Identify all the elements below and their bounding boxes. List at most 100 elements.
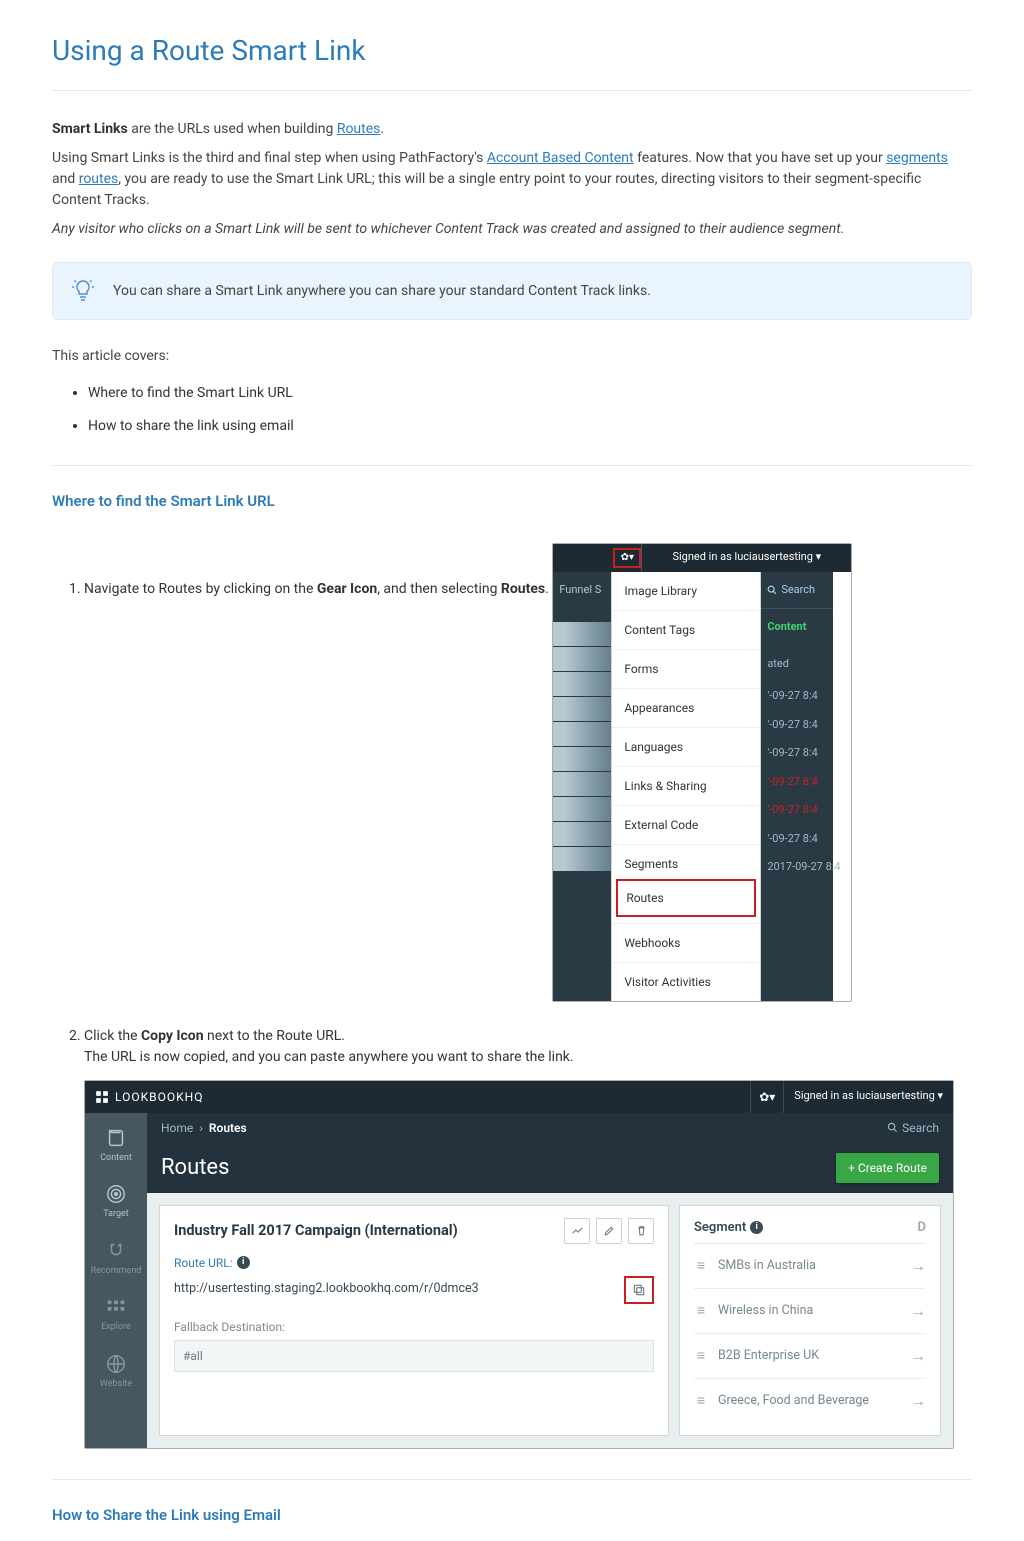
intro-line1-suffix: . [380,121,384,137]
screenshot-routes-page: LOOKBOOKHQ ✿▾ Signed in as luciausertest… [84,1080,954,1450]
content-row: Content [761,608,833,646]
menu-languages[interactable]: Languages [612,728,760,767]
brand-logo-icon [95,1090,109,1104]
search-row[interactable]: Search [761,572,833,609]
rail-website[interactable]: Website [85,1345,147,1400]
brand-logo: LOOKBOOKHQ [95,1088,203,1106]
covers-list: Where to find the Smart Link URL How to … [88,377,972,443]
signed-in-2[interactable]: Signed in as luciausertesting ▾ [784,1088,943,1105]
menu-links-sharing[interactable]: Links & Sharing [612,767,760,806]
s1b: Gear Icon [317,581,377,597]
create-route-button[interactable]: + Create Route [836,1153,939,1183]
search-label: Search [781,582,815,599]
copy-url-button[interactable] [624,1276,654,1304]
fallback-label: Fallback Destination: [174,1318,654,1336]
abc-link[interactable]: Account Based Content [487,150,634,166]
menu-segments[interactable]: Segments [612,845,760,879]
segment-name: Wireless in China [718,1302,813,1321]
analytics-button[interactable] [564,1218,590,1244]
rail-recommend[interactable]: Recommend [85,1232,147,1287]
routes-heading: Routes [161,1151,229,1184]
menu-external-code[interactable]: External Code [612,806,760,845]
page-title: Using a Route Smart Link [52,0,972,91]
divider-2 [52,1479,972,1480]
menu-content-tags[interactable]: Content Tags [612,611,760,650]
drag-icon[interactable]: ≡ [694,1391,708,1412]
title-row: Routes + Create Route [147,1143,953,1193]
screenshot-gear-menu: ✿▾ Signed in as luciausertesting ▾ Funne… [552,543,852,1002]
drag-icon[interactable]: ≡ [694,1346,708,1367]
intro-line-1: Smart Links are the URLs used when build… [52,119,972,140]
tip-callout: You can share a Smart Link anywhere you … [52,262,972,320]
smart-links-bold: Smart Links [52,121,128,137]
edit-button[interactable] [596,1218,622,1244]
route-card: Industry Fall 2017 Campaign (Internation… [159,1205,669,1437]
rail-explore[interactable]: Explore [85,1288,147,1343]
gear-menu: Image Library Content Tags Forms Appeara… [611,572,761,1001]
step2-sub: The URL is now copied, and you can paste… [84,1047,972,1068]
step-2: Click the Copy Icon next to the Route UR… [84,1022,972,1470]
rail-target[interactable]: Target [85,1175,147,1230]
menu-routes[interactable]: Routes [616,879,756,917]
segment-row[interactable]: ≡ SMBs in Australia → [694,1243,926,1288]
rail-recommend-label: Recommend [91,1266,142,1276]
s2b: Copy Icon [141,1028,204,1044]
route-url-label: Route URL: i [174,1254,654,1272]
crumb-home[interactable]: Home [161,1119,193,1137]
rail-website-label: Website [100,1379,132,1389]
drag-icon[interactable]: ≡ [694,1256,708,1277]
segment-row[interactable]: ≡ Greece, Food and Beverage → [694,1378,926,1423]
intro-line1-mid: are the URLs used when building [128,121,337,137]
menu-forms[interactable]: Forms [612,650,760,689]
date-1: '-09-27 8:4 [761,682,833,711]
left-rail-partial: Funnel S [553,572,611,1001]
info-icon[interactable]: i [237,1256,250,1269]
drag-icon[interactable]: ≡ [694,1301,708,1322]
intro-l2a: Using Smart Links is the third and final… [52,150,487,166]
menu-webhooks[interactable]: Webhooks [612,924,760,963]
left-rail: Content Target Recommend Explore [85,1113,147,1449]
right-col-partial: Search Content ated '-09-27 8:4 '-09-27 … [761,572,833,1001]
date-6: '-09-27 8:4 [761,825,833,854]
intro-italic: Any visitor who clicks on a Smart Link w… [52,219,972,240]
topbar-left-pad [553,544,613,572]
arrow-icon: → [910,1299,926,1323]
target-icon [105,1183,127,1205]
section-where-title: Where to find the Smart Link URL [52,490,972,513]
segment-row[interactable]: ≡ B2B Enterprise UK → [694,1333,926,1378]
fallback-value: #all [174,1340,654,1372]
menu-visitor-activities[interactable]: Visitor Activities [612,963,760,1001]
delete-button[interactable] [628,1218,654,1244]
intro-line-2: Using Smart Links is the third and final… [52,148,972,211]
routes-link[interactable]: Routes [337,121,381,137]
rail-target-label: Target [103,1209,129,1219]
explore-icon [105,1296,127,1318]
route-url-value: http://usertesting.staging2.lookbookhq.c… [174,1280,618,1299]
topbar: LOOKBOOKHQ ✿▾ Signed in as luciausertest… [85,1081,953,1113]
menu-routes-highlight[interactable]: Routes [612,879,760,924]
arrow-icon: → [910,1344,926,1368]
gear-dropdown-highlight[interactable]: ✿▾ [613,548,641,568]
signed-in-label[interactable]: Signed in as luciausertesting ▾ [642,544,851,572]
menu-appearances[interactable]: Appearances [612,689,760,728]
s2c: next to the Route URL. [204,1028,345,1044]
menu-image-library[interactable]: Image Library [612,572,760,611]
segment-name: Greece, Food and Beverage [718,1392,869,1411]
segments-link[interactable]: segments [886,150,948,166]
info-icon[interactable]: i [750,1221,763,1234]
arrow-icon: → [910,1254,926,1278]
globe-icon [105,1353,127,1375]
covers-item-1: Where to find the Smart Link URL [88,377,972,410]
breadcrumb-row: Home › Routes Search [147,1113,953,1143]
crumb-sep: › [199,1119,203,1137]
routes-link-2[interactable]: routes [79,171,119,187]
segment-row[interactable]: ≡ Wireless in China → [694,1288,926,1333]
s2a: Click the [84,1028,141,1044]
date-5: '-09-27 8:4 [761,796,833,825]
section-share-title: How to Share the Link using Email [52,1504,972,1527]
campaign-title: Industry Fall 2017 Campaign (Internation… [174,1220,558,1242]
gear-dropdown[interactable]: ✿▾ [750,1081,784,1113]
rail-content[interactable]: Content [85,1119,147,1174]
search-right[interactable]: Search [887,1119,939,1137]
funnel-s-label: Funnel S [553,572,611,609]
